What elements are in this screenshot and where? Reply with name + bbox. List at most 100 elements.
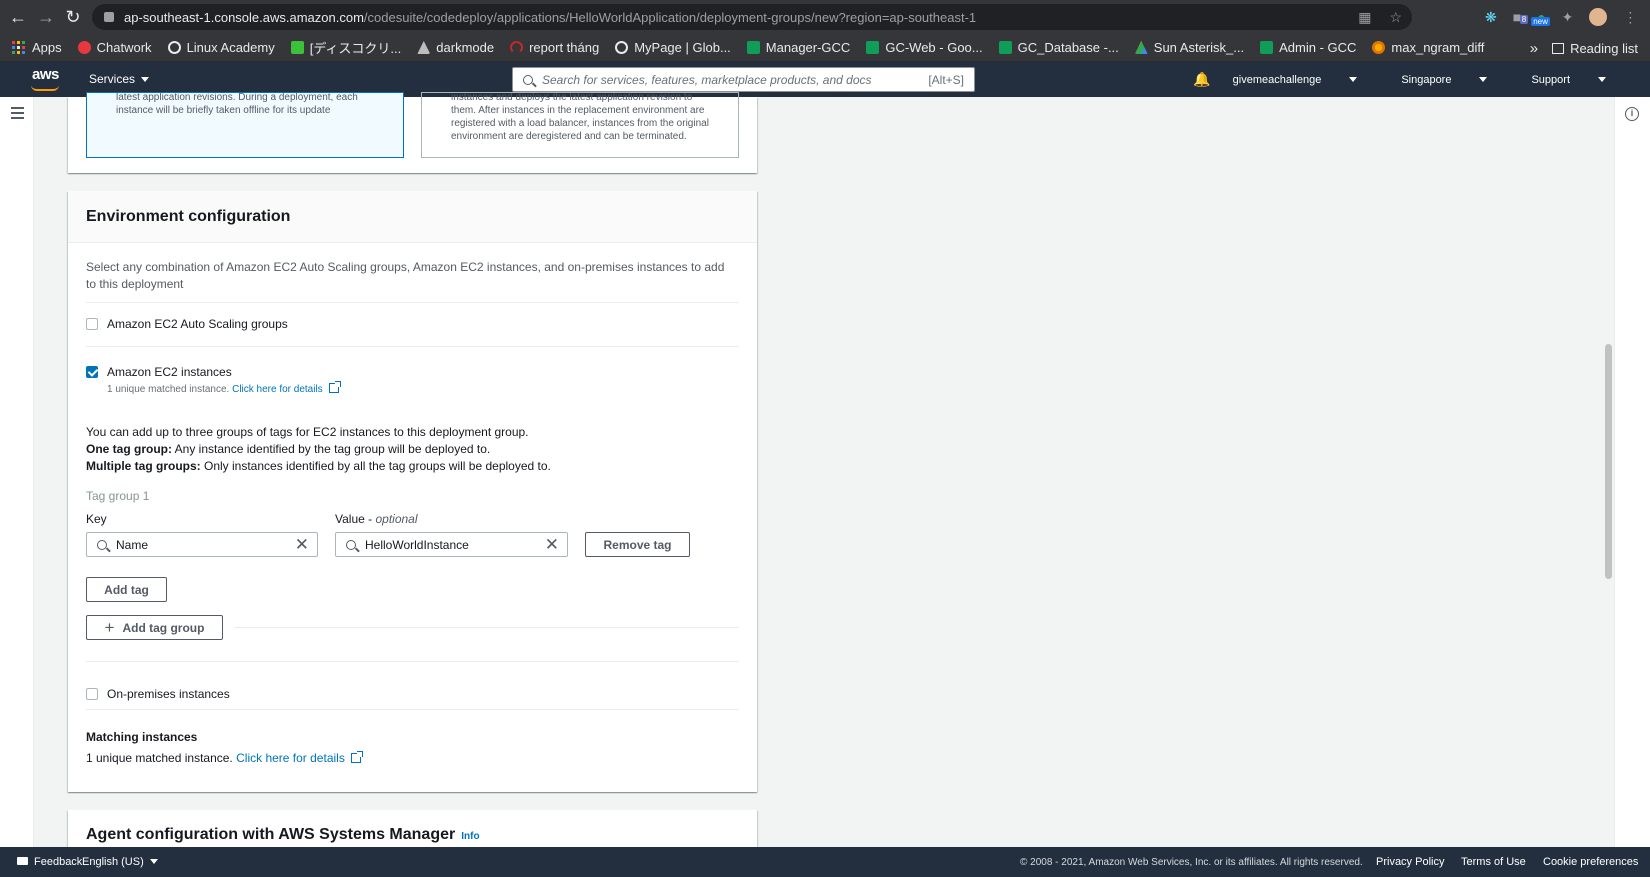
bookmarks-bar: Apps Chatwork Linux Academy [ディスコクリ... d… <box>0 34 1650 62</box>
bookmark-label: Sun Asterisk_... <box>1153 40 1245 55</box>
address-bar[interactable]: ap-southeast-1.console.aws.amazon.com/co… <box>92 4 1412 30</box>
feedback-link[interactable]: Feedback <box>17 856 82 868</box>
tag-value-value: HelloWorldInstance <box>365 537 469 552</box>
lock-icon <box>104 12 114 22</box>
reading-list-icon <box>1552 42 1565 54</box>
translate-icon[interactable]: ▦ <box>1358 9 1371 26</box>
scrollbar-thumb[interactable] <box>1605 344 1612 579</box>
profile-avatar[interactable] <box>1589 8 1608 26</box>
bookmark-mypage[interactable]: MyPage | Glob... <box>615 40 731 55</box>
bookmark-disco[interactable]: [ディスコクリ... <box>290 38 401 57</box>
aws-logo[interactable]: aws <box>32 66 59 83</box>
info-icon[interactable]: i <box>1625 107 1639 121</box>
bookmark-linux-academy[interactable]: Linux Academy <box>167 40 275 55</box>
bookmark-manager-gcc[interactable]: Manager-GCC <box>746 40 850 55</box>
reading-list[interactable]: Reading list <box>1552 41 1638 56</box>
in-place-tile[interactable]: latest application revisions. During a d… <box>86 92 404 158</box>
onprem-label[interactable]: On-premises instances <box>107 687 230 701</box>
globe-icon <box>615 41 629 54</box>
bookmark-sun-asterisk[interactable]: Sun Asterisk_... <box>1134 40 1245 55</box>
bookmark-label: report tháng <box>529 40 600 55</box>
bookmark-admin-gcc[interactable]: Admin - GCC <box>1260 40 1356 55</box>
bookmark-label: GC_Database -... <box>1017 40 1119 55</box>
more-bookmarks-icon[interactable]: » <box>1530 40 1538 57</box>
tag-group-title: Tag group 1 <box>86 489 150 503</box>
add-tag-button[interactable]: Add tag <box>86 577 167 602</box>
support-label: Support <box>1531 73 1570 86</box>
clear-icon[interactable]: ✕ <box>295 536 309 553</box>
chevron-down-icon <box>1479 76 1488 82</box>
divider <box>234 627 739 628</box>
remove-tag-button[interactable]: Remove tag <box>585 532 690 557</box>
apps-grid-icon <box>12 41 25 54</box>
clear-icon[interactable]: ✕ <box>545 536 559 553</box>
multi-tag-group-text: Only instances identified by all the tag… <box>200 459 551 473</box>
tile-text-line: them. After instances in the replacement… <box>451 105 705 116</box>
tag-key-input[interactable]: Name ✕ <box>86 532 318 557</box>
matching-details-link[interactable]: Click here for details <box>236 751 345 765</box>
blue-green-tile[interactable]: instances and deploys the latest applica… <box>421 92 739 158</box>
optional-label: optional <box>375 512 418 526</box>
one-tag-group-bold: One tag group: <box>86 442 172 456</box>
asg-checkbox[interactable] <box>86 318 98 330</box>
add-tag-group-button[interactable]: + Add tag group <box>86 615 223 640</box>
services-menu[interactable]: Services <box>89 72 150 86</box>
divider <box>86 346 739 347</box>
matching-count-text: 1 unique matched instance. <box>86 751 233 765</box>
aws-search-input[interactable]: Search for services, features, marketpla… <box>512 67 975 92</box>
bookmark-label: Admin - GCC <box>1279 40 1357 55</box>
forward-icon[interactable]: → <box>31 2 61 32</box>
url-host: ap-southeast-1.console.aws.amazon.com <box>124 9 364 25</box>
tag-key-value: Name <box>116 537 149 552</box>
ec2-instances-checkbox[interactable] <box>86 366 98 378</box>
extensions-puzzle-icon[interactable]: ✦ <box>1562 9 1574 26</box>
details-link[interactable]: Click here for details <box>232 384 323 395</box>
bookmark-gc-database[interactable]: GC_Database -... <box>998 40 1119 55</box>
env-description: Select any combination of Amazon EC2 Aut… <box>86 260 725 291</box>
bookmark-label: GC-Web - Goo... <box>885 40 983 55</box>
feedback-label: Feedback <box>34 856 83 868</box>
bookmark-apps[interactable]: Apps <box>12 40 62 55</box>
privacy-policy-link[interactable]: Privacy Policy <box>1376 856 1444 868</box>
tag-value-input[interactable]: HelloWorldInstance ✕ <box>335 532 568 557</box>
panel-title: Environment configuration <box>68 191 757 243</box>
terms-of-use-link[interactable]: Terms of Use <box>1461 856 1526 868</box>
support-menu[interactable]: Support <box>1531 74 1628 86</box>
search-icon <box>346 539 356 550</box>
reload-icon[interactable]: ↻ <box>58 2 88 32</box>
browser-menu-icon[interactable]: ⋮ <box>1623 9 1637 26</box>
account-menu[interactable]: givemeachallenge <box>1233 74 1380 86</box>
value-label-text: Value - <box>335 512 376 526</box>
bookmark-report[interactable]: report tháng <box>510 40 599 55</box>
extension-new-icon[interactable]: ●new <box>1531 9 1550 26</box>
copyright-text: © 2008 - 2021, Amazon Web Services, Inc.… <box>1020 857 1363 868</box>
language-selector[interactable]: English (US) <box>82 856 158 868</box>
chevron-down-icon <box>1349 76 1358 82</box>
bookmark-darkmode[interactable]: darkmode <box>417 40 494 55</box>
environment-configuration-panel: Environment configuration Select any com… <box>68 191 757 792</box>
react-devtools-icon[interactable]: ❋ <box>1485 9 1497 26</box>
tags-info-line: Multiple tag groups: Only instances iden… <box>86 458 551 475</box>
bookmark-chatwork[interactable]: Chatwork <box>77 40 152 55</box>
page-scrollbar[interactable] <box>1603 97 1614 847</box>
bookmark-max-ngram[interactable]: max_ngram_diff <box>1372 40 1484 55</box>
tile-text-line: registered with a load balancer, instanc… <box>451 118 709 129</box>
bell-icon[interactable]: 🔔 <box>1193 71 1210 88</box>
ec2-instances-label[interactable]: Amazon EC2 instances <box>107 365 232 379</box>
left-nav-rail <box>0 97 34 847</box>
bookmark-gc-web[interactable]: GC-Web - Goo... <box>866 40 983 55</box>
hamburger-menu-icon[interactable] <box>11 107 24 122</box>
asg-label[interactable]: Amazon EC2 Auto Scaling groups <box>107 317 288 331</box>
search-icon <box>97 539 107 550</box>
region-menu[interactable]: Singapore <box>1401 74 1509 86</box>
tile-text-line: latest application revisions. During a d… <box>116 92 358 103</box>
extension-badge-icon[interactable]: ■ 8 <box>1513 9 1529 25</box>
back-icon[interactable]: ← <box>3 2 33 32</box>
bookmark-star-icon[interactable]: ☆ <box>1389 9 1402 26</box>
onprem-checkbox[interactable] <box>86 688 98 700</box>
cookie-preferences-link[interactable]: Cookie preferences <box>1543 856 1638 868</box>
info-link[interactable]: Info <box>461 831 479 842</box>
search-shortcut: [Alt+S] <box>928 72 964 87</box>
one-tag-group-text: Any instance identified by the tag group… <box>172 442 491 456</box>
sheets-icon <box>1260 41 1274 54</box>
